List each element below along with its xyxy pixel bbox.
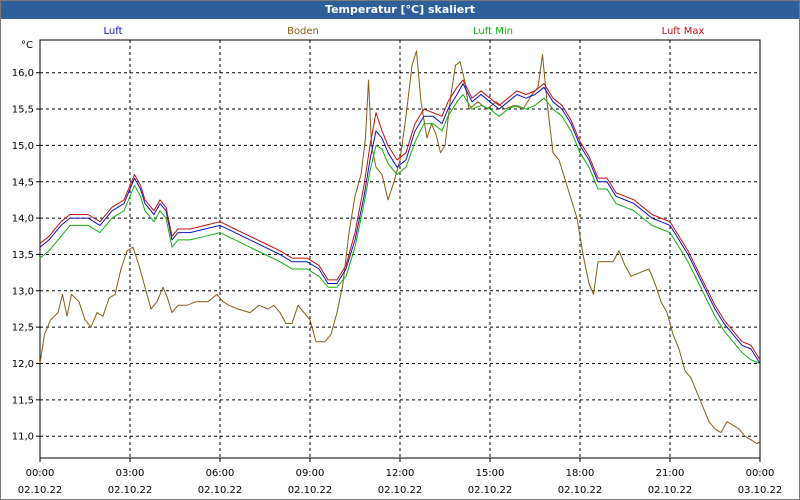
x-tick-date-label: 02.10.22 bbox=[468, 485, 513, 496]
x-tick-date-label: 02.10.22 bbox=[288, 485, 333, 496]
x-tick-time-label: 00:00 bbox=[746, 468, 775, 479]
x-tick-date-label: 02.10.22 bbox=[378, 485, 423, 496]
y-tick-label: 11,0 bbox=[12, 432, 34, 443]
y-tick-label: 11,5 bbox=[12, 395, 34, 406]
y-tick-label: 16,0 bbox=[12, 68, 34, 79]
x-tick-time-label: 18:00 bbox=[566, 468, 595, 479]
temperature-chart: 11,0 11,5 12,0 12,5 13,0 13,5 14,0 14,5 15,0 15,5… bbox=[12, 26, 783, 496]
y-tick-label: 12,5 bbox=[12, 323, 34, 334]
x-axis: 00:00 02.10.22 03:00 02.10.22 06:00 02.10.22 0… bbox=[18, 458, 783, 496]
y-tick-label: 12,0 bbox=[12, 359, 34, 370]
x-tick-time-label: 03:00 bbox=[116, 468, 145, 479]
y-tick-label: 15,0 bbox=[12, 141, 34, 152]
x-tick-date-label: 02.10.22 bbox=[648, 485, 693, 496]
y-tick-label: 13,5 bbox=[12, 250, 34, 261]
x-tick-time-label: 06:00 bbox=[206, 468, 235, 479]
y-tick-label: 14,0 bbox=[12, 214, 34, 225]
x-tick-time-label: 15:00 bbox=[476, 468, 505, 479]
x-tick-time-label: 21:00 bbox=[656, 468, 685, 479]
x-tick-date-label: 03.10.22 bbox=[738, 485, 783, 496]
x-tick-date-label: 02.10.22 bbox=[108, 485, 153, 496]
legend-entry-luft-min: Luft Min bbox=[473, 26, 513, 37]
x-tick-date-label: 02.10.22 bbox=[18, 485, 63, 496]
y-tick-label: 15,5 bbox=[12, 105, 34, 116]
legend: Luft Boden Luft Min Luft Max bbox=[104, 26, 705, 37]
legend-entry-boden: Boden bbox=[287, 26, 319, 37]
x-tick-time-label: 00:00 bbox=[26, 468, 55, 479]
x-tick-time-label: 12:00 bbox=[386, 468, 415, 479]
x-tick-date-label: 02.10.22 bbox=[558, 485, 603, 496]
x-tick-date-label: 02.10.22 bbox=[198, 485, 243, 496]
y-axis: 11,0 11,5 12,0 12,5 13,0 13,5 14,0 14,5 15,0 15,5… bbox=[12, 68, 40, 443]
x-tick-time-label: 09:00 bbox=[296, 468, 325, 479]
y-axis-unit: °C bbox=[21, 40, 33, 51]
y-tick-label: 14,5 bbox=[12, 177, 34, 188]
legend-entry-luft: Luft bbox=[104, 26, 123, 37]
legend-entry-luft-max: Luft Max bbox=[662, 26, 705, 37]
y-tick-label: 13,0 bbox=[12, 286, 34, 297]
